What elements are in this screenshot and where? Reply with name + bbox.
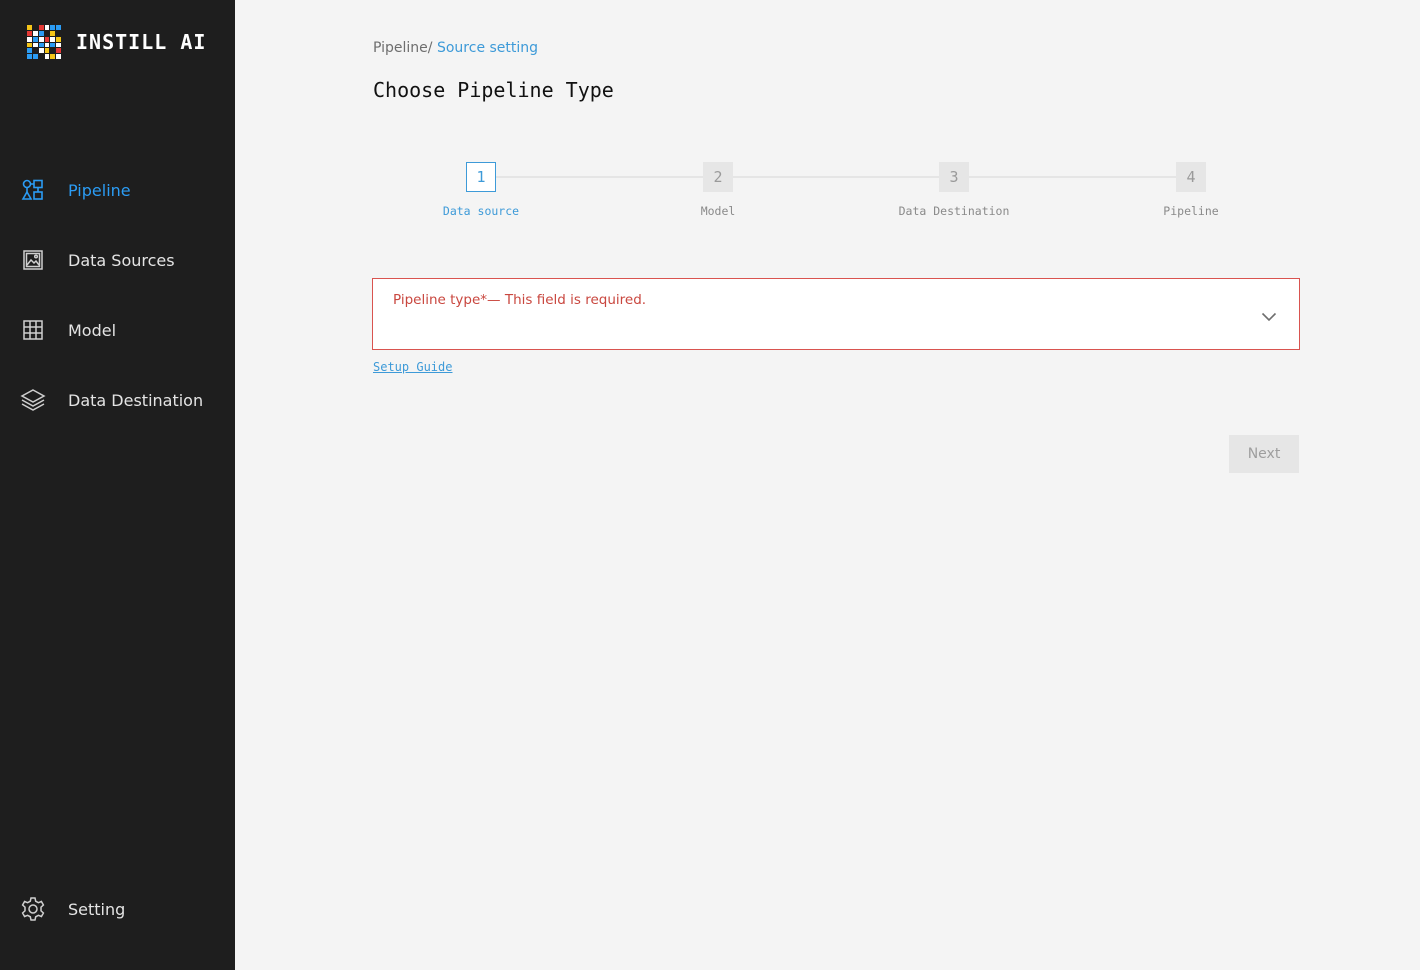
gear-icon [20,896,46,922]
sidebar: INSTILL AI Pipeline Data Sources Model D… [0,0,235,970]
step-number: 1 [466,162,496,192]
sidebar-item-setting[interactable]: Setting [20,896,125,922]
logo-mark-icon [27,25,61,59]
breadcrumb-parent[interactable]: Pipeline/ [373,40,433,56]
sidebar-item-pipeline[interactable]: Pipeline [20,177,131,203]
breadcrumb: Pipeline/ Source setting [373,40,538,56]
sidebar-item-label: Data Sources [68,250,175,270]
step-label: Data source [442,204,520,218]
setup-guide-link[interactable]: Setup Guide [373,360,452,374]
sidebar-item-label: Pipeline [68,180,131,200]
step-number: 2 [703,162,733,192]
step-number: 4 [1176,162,1206,192]
pipeline-type-select[interactable]: Pipeline type*— This field is required. [372,278,1300,350]
sidebar-item-data-destination[interactable]: Data Destination [20,387,203,413]
image-icon [20,247,46,273]
sidebar-item-label: Model [68,320,117,340]
breadcrumb-current: Source setting [436,40,539,56]
brand-name: INSTILL AI [76,30,207,54]
grid-icon [20,317,46,343]
next-button[interactable]: Next [1229,435,1299,473]
step-number: 3 [939,162,969,192]
sidebar-item-data-sources[interactable]: Data Sources [20,247,175,273]
step-pipeline: 4 Pipeline [1111,162,1271,218]
chevron-down-icon [1261,307,1277,326]
step-model: 2 Model [638,162,798,218]
layers-icon [20,387,46,413]
step-data-source: 1 Data source [401,162,561,218]
stepper-track [496,176,1176,178]
step-label: Pipeline [1163,204,1219,218]
sidebar-item-model[interactable]: Model [20,317,116,343]
pipeline-type-label: Pipeline type*— This field is required. [393,292,647,308]
pipeline-icon [20,177,46,203]
brand-logo[interactable]: INSTILL AI [27,25,206,59]
step-data-destination: 3 Data Destination [874,162,1034,218]
sidebar-item-label: Setting [68,899,126,919]
page-title: Choose Pipeline Type [373,78,614,102]
sidebar-item-label: Data Destination [68,390,204,410]
step-label: Data Destination [898,204,1010,218]
step-label: Model [700,204,736,218]
